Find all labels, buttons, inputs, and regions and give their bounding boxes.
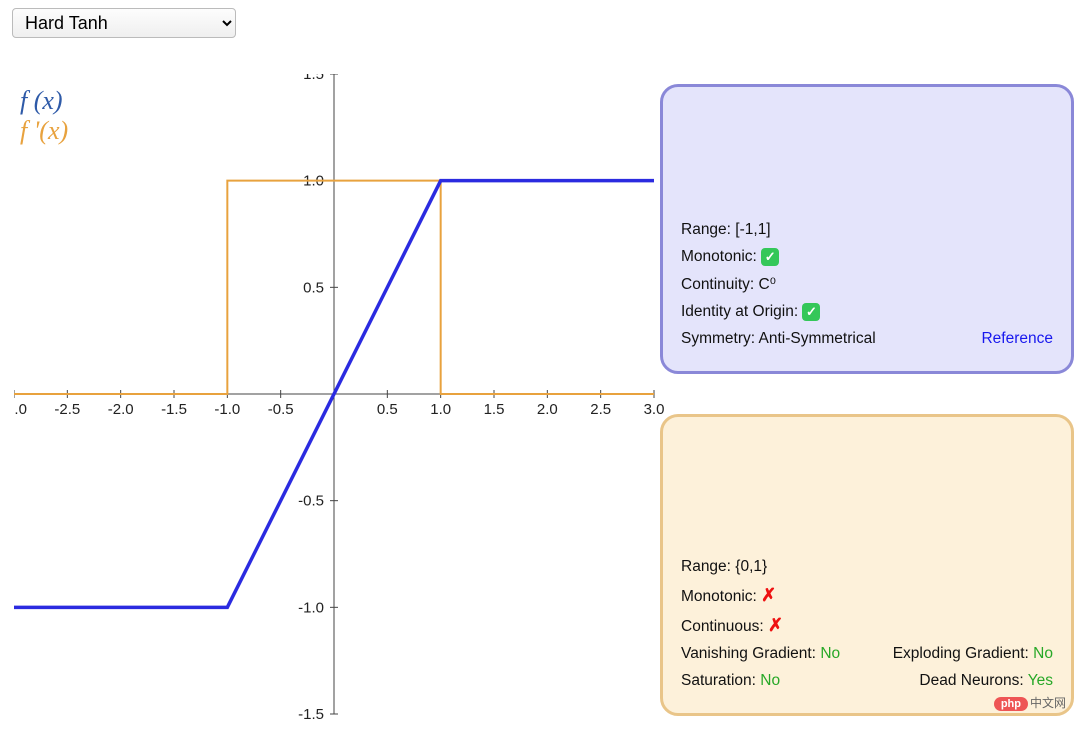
svg-text:-1.0: -1.0 (214, 401, 240, 418)
function-properties-panel: Range: [-1,1] Monotonic: ✓ Continuity: C… (660, 84, 1074, 374)
explode-value: No (1033, 645, 1053, 662)
prop-monotonic: Monotonic: ✓ (681, 248, 1053, 266)
watermark-badge: php (994, 697, 1028, 711)
cross-icon: ✗ (768, 615, 783, 635)
sat-value: No (760, 672, 780, 689)
dmono-label: Monotonic: (681, 588, 757, 605)
prop-range: Range: [-1,1] (681, 221, 1053, 239)
continuity-label: Continuity: (681, 276, 754, 293)
activation-function-select[interactable]: Hard Tanh (12, 8, 236, 38)
prop-identity: Identity at Origin: ✓ (681, 303, 1053, 321)
range-value: [-1,1] (735, 221, 770, 238)
vanish-label: Vanishing Gradient: (681, 645, 816, 662)
drange-label: Range: (681, 558, 731, 575)
prop-continuity: Continuity: C⁰ (681, 275, 1053, 294)
svg-text:-1.5: -1.5 (161, 401, 187, 418)
chart-legend: f (x) f '(x) (20, 86, 68, 146)
svg-text:-1.5: -1.5 (298, 706, 324, 723)
dcont-label: Continuous: (681, 618, 764, 635)
dead-value: Yes (1028, 672, 1053, 689)
legend-fp: f '(x) (20, 116, 68, 146)
dprop-continuous: Continuous: ✗ (681, 615, 1053, 636)
sat-label: Saturation: (681, 672, 756, 689)
svg-text:-2.5: -2.5 (54, 401, 80, 418)
svg-text:-0.5: -0.5 (268, 401, 294, 418)
vanish-value: No (820, 645, 840, 662)
svg-text:-3.0: -3.0 (14, 401, 27, 418)
check-icon: ✓ (802, 303, 820, 321)
cross-icon: ✗ (761, 585, 776, 605)
svg-text:0.5: 0.5 (377, 401, 398, 418)
svg-text:2.0: 2.0 (537, 401, 558, 418)
svg-text:1.5: 1.5 (303, 74, 324, 83)
monotonic-label: Monotonic: (681, 248, 757, 265)
reference-link[interactable]: Reference (981, 330, 1053, 348)
dprop-range: Range: {0,1} (681, 558, 1053, 576)
derivative-properties-panel: Range: {0,1} Monotonic: ✗ Continuous: ✗ … (660, 414, 1074, 716)
svg-text:-0.5: -0.5 (298, 493, 324, 510)
function-chart: -3.0 -2.5 -2.0 -1.5 -1.0 -0.5 0.5 1.0 1.5 2.0 2.5 3… (14, 74, 664, 724)
svg-text:0.5: 0.5 (303, 279, 324, 296)
continuity-value: C⁰ (759, 276, 776, 293)
prop-symmetry: Symmetry: Anti-Symmetrical Reference (681, 330, 1053, 348)
legend-f: f (x) (20, 86, 68, 116)
drange-value: {0,1} (735, 558, 767, 575)
dead-label: Dead Neurons: (919, 672, 1023, 689)
symmetry-label: Symmetry: (681, 330, 755, 347)
dprop-gradients: Vanishing Gradient: No Exploding Gradien… (681, 645, 1053, 663)
watermark: php中文网 (994, 694, 1066, 711)
watermark-text: 中文网 (1030, 696, 1066, 710)
dprop-monotonic: Monotonic: ✗ (681, 585, 1053, 606)
svg-text:1.5: 1.5 (484, 401, 505, 418)
svg-text:2.5: 2.5 (590, 401, 611, 418)
range-label: Range: (681, 221, 731, 238)
svg-text:1.0: 1.0 (430, 401, 451, 418)
identity-label: Identity at Origin: (681, 303, 798, 320)
svg-text:3.0: 3.0 (644, 401, 664, 418)
explode-label: Exploding Gradient: (893, 645, 1029, 662)
dprop-saturation: Saturation: No Dead Neurons: Yes (681, 672, 1053, 690)
symmetry-value: Anti-Symmetrical (759, 330, 876, 347)
svg-text:-2.0: -2.0 (108, 401, 134, 418)
check-icon: ✓ (761, 248, 779, 266)
svg-text:-1.0: -1.0 (298, 599, 324, 616)
